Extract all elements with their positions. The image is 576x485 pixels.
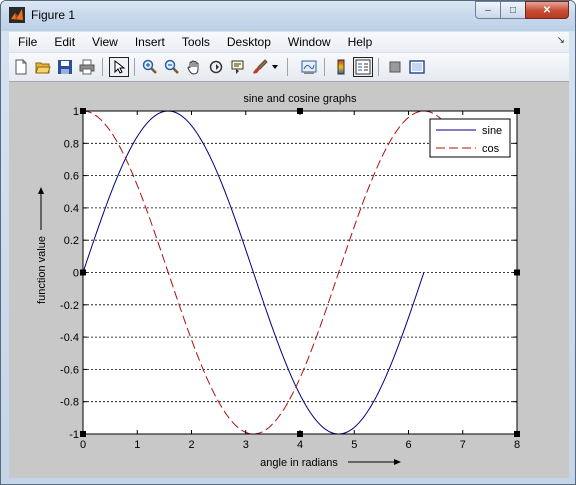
x-tick-label: 5 [351, 439, 357, 451]
y-tick-label: 0.2 [64, 235, 79, 247]
figure-window: Figure 1 – □ ✕ File Edit View Insert Too… [0, 0, 576, 485]
axes-resize-handle[interactable] [514, 431, 520, 437]
x-tick-label: 6 [405, 439, 411, 451]
axes-resize-handle[interactable] [80, 108, 86, 114]
x-axis-arrowhead-icon [394, 459, 401, 465]
y-tick-label: 0 [73, 268, 79, 280]
print-icon[interactable] [77, 57, 97, 77]
menu-view[interactable]: View [83, 35, 126, 49]
hide-plot-tools-icon[interactable] [385, 57, 405, 77]
y-tick-label: 0.4 [64, 203, 79, 215]
x-axis-label: angle in radians [260, 457, 338, 469]
maximize-button[interactable]: □ [500, 1, 526, 19]
maximize-icon: □ [509, 4, 517, 16]
link-plot-icon[interactable] [299, 57, 319, 77]
new-figure-icon[interactable] [11, 57, 31, 77]
brush-icon[interactable] [250, 57, 270, 77]
legend-icon[interactable] [353, 57, 373, 77]
dock-arrow-icon[interactable]: ↘ [557, 35, 565, 46]
menu-file[interactable]: File [9, 35, 45, 49]
edit-plot-arrow-icon[interactable] [109, 57, 129, 77]
y-tick-label: 0.6 [64, 171, 79, 183]
menu-window[interactable]: Window [279, 35, 339, 49]
dropdown-arrow-icon[interactable] [270, 57, 280, 77]
pan-hand-icon[interactable] [184, 57, 204, 77]
close-button[interactable]: ✕ [525, 1, 569, 19]
y-tick-label: -1 [69, 429, 79, 441]
menu-insert[interactable]: Insert [126, 35, 173, 49]
menu-desktop[interactable]: Desktop [218, 35, 279, 49]
save-icon[interactable] [55, 57, 75, 77]
legend-sine-label: sine [482, 125, 502, 137]
axes-resize-handle[interactable] [297, 108, 303, 114]
menu-edit[interactable]: Edit [45, 35, 83, 49]
show-plot-tools-icon[interactable] [407, 57, 427, 77]
menu-tools[interactable]: Tools [173, 35, 218, 49]
y-tick-label: -0.4 [60, 332, 79, 344]
minimize-icon: – [485, 4, 491, 16]
y-tick-label: -0.8 [60, 397, 79, 409]
close-icon: ✕ [542, 4, 552, 16]
colorbar-icon[interactable] [331, 57, 351, 77]
open-file-icon[interactable] [33, 57, 53, 77]
x-tick-label: 1 [134, 439, 140, 451]
zoom-in-icon[interactable] [140, 57, 160, 77]
x-tick-label: 2 [188, 439, 194, 451]
sine-cosine-plot: -1 -0.8 -0.6 -0.4 -0.2 0 0.2 0.4 0.6 0.8 1 0 1 2 3 4 5 6 7… [36, 93, 520, 469]
rotate-3d-icon[interactable] [206, 57, 226, 77]
x-tick-label: 0 [80, 439, 86, 451]
y-tick-label: 1 [73, 106, 79, 118]
title-bar[interactable]: Figure 1 – □ ✕ [1, 1, 575, 31]
axes-resize-handle[interactable] [80, 269, 86, 276]
y-axis-arrowhead-icon [38, 187, 44, 194]
axes-resize-handle[interactable] [514, 269, 520, 276]
y-tick-label: -0.6 [60, 364, 79, 376]
legend-box[interactable]: sine cos [429, 118, 511, 158]
x-tick-label: 8 [514, 439, 520, 451]
y-tick-label: 0.8 [64, 138, 79, 150]
legend-cos-label: cos [482, 143, 500, 155]
x-tick-label: 7 [460, 439, 466, 451]
axes-resize-handle[interactable] [297, 431, 303, 437]
data-cursor-icon[interactable] [228, 57, 248, 77]
x-tick-label: 3 [243, 439, 249, 451]
chart-title: sine and cosine graphs [243, 93, 357, 105]
figure-toolbar [9, 53, 569, 82]
window-title: Figure 1 [31, 8, 76, 22]
menu-bar: File Edit View Insert Tools Desktop Wind… [9, 32, 569, 52]
x-tick-label: 4 [297, 439, 303, 451]
minimize-button[interactable]: – [475, 1, 501, 19]
matlab-logo-icon [9, 7, 25, 23]
y-tick-label: -0.2 [60, 300, 79, 312]
menu-help[interactable]: Help [339, 35, 381, 49]
figure-canvas: -1 -0.8 -0.6 -0.4 -0.2 0 0.2 0.4 0.6 0.8 1 0 1 2 3 4 5 6 7… [9, 82, 569, 478]
zoom-out-icon[interactable] [162, 57, 182, 77]
axes-resize-handle[interactable] [514, 108, 520, 114]
axes-resize-handle[interactable] [80, 431, 86, 437]
y-axis-label: function value [36, 236, 48, 304]
